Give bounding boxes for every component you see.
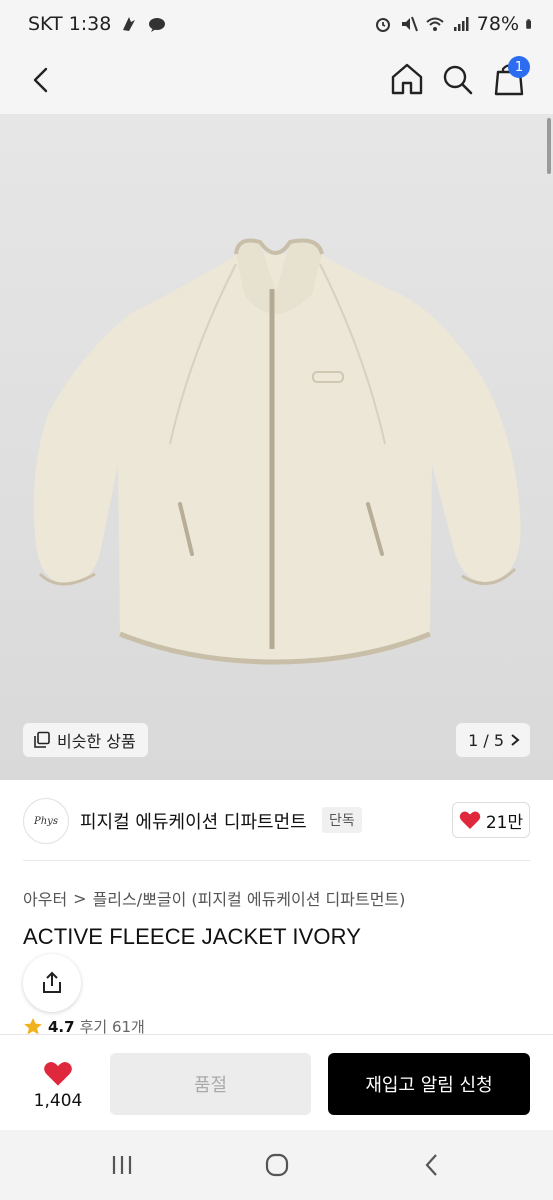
- brand-name[interactable]: 피지컬 에듀케이션 디파트먼트: [80, 808, 307, 834]
- rating-score: 4.7: [48, 1017, 75, 1036]
- jacket-image: [33, 238, 521, 665]
- status-time: SKT 1:38: [28, 13, 112, 35]
- brand-row: Phys 피지컬 에듀케이션 디파트먼트 단독 21만: [0, 780, 553, 860]
- brand-logo-text: Phys: [34, 815, 58, 827]
- status-right: 78%: [373, 13, 537, 35]
- status-bar: SKT 1:38 78%: [0, 0, 553, 52]
- image-pager-label: 1 / 5: [468, 730, 504, 750]
- breadcrumb-item-outer[interactable]: 아우터: [23, 886, 67, 910]
- share-icon: [43, 971, 61, 993]
- exclusive-tag: 단독: [322, 807, 362, 833]
- back-icon: [33, 67, 48, 93]
- scrollbar[interactable]: [547, 118, 551, 174]
- back-nav-icon: [425, 1154, 437, 1176]
- similar-products-button[interactable]: 비슷한 상품: [23, 723, 148, 757]
- alarm-icon: [375, 18, 390, 32]
- cart-count-badge: 1: [508, 56, 530, 78]
- breadcrumb-item-fleece[interactable]: 플리스/뽀글이 (피지컬 에듀케이션 디파트먼트): [93, 886, 406, 910]
- home-icon: [391, 63, 423, 95]
- share-button[interactable]: [23, 954, 81, 1012]
- cart-button[interactable]: 1: [490, 56, 532, 100]
- recents-button[interactable]: [102, 1148, 142, 1182]
- breadcrumb-separator: >: [73, 888, 87, 908]
- chevron-right-icon: [511, 734, 520, 746]
- wishlist-button[interactable]: 1,404: [22, 1053, 94, 1117]
- search-button[interactable]: [438, 60, 478, 100]
- back-nav-button[interactable]: [412, 1148, 452, 1182]
- signal-icon: [453, 17, 469, 31]
- wishlist-count: 1,404: [33, 1090, 83, 1111]
- heart-icon: [459, 811, 481, 829]
- wifi-icon: [426, 17, 444, 31]
- breadcrumb: 아우터 > 플리스/뽀글이 (피지컬 에듀케이션 디파트먼트): [23, 886, 405, 910]
- battery-icon: [526, 19, 531, 29]
- product-title: ACTIVE FLEECE JACKET IVORY: [23, 924, 361, 949]
- message-icon: [149, 18, 166, 32]
- brand-like-button[interactable]: 21만: [452, 802, 530, 838]
- home-button[interactable]: [386, 58, 428, 100]
- similar-icon: [34, 731, 50, 748]
- system-nav-bar: [0, 1130, 553, 1200]
- status-left: SKT 1:38: [28, 13, 167, 35]
- mute-icon: [401, 16, 418, 32]
- search-icon: [443, 65, 473, 95]
- similar-products-label: 비슷한 상품: [57, 732, 136, 751]
- battery-percent: 78%: [476, 13, 519, 35]
- divider: [23, 860, 530, 861]
- product-image[interactable]: [0, 114, 553, 780]
- notification-icon: [123, 17, 136, 31]
- action-bar: 1,404 품절 재입고 알림 신청: [0, 1034, 553, 1130]
- restock-alert-button[interactable]: 재입고 알림 신청: [328, 1053, 530, 1115]
- image-pager[interactable]: 1 / 5: [456, 723, 530, 757]
- heart-icon: [44, 1061, 72, 1086]
- brand-logo[interactable]: Phys: [23, 798, 69, 844]
- back-button[interactable]: [24, 62, 60, 98]
- home-nav-button[interactable]: [257, 1148, 297, 1182]
- recents-icon: [112, 1156, 132, 1174]
- brand-like-count: 21만: [485, 812, 524, 833]
- soldout-button[interactable]: 품절: [110, 1053, 311, 1115]
- top-nav: 1: [0, 52, 553, 114]
- home-circle-icon: [265, 1153, 289, 1177]
